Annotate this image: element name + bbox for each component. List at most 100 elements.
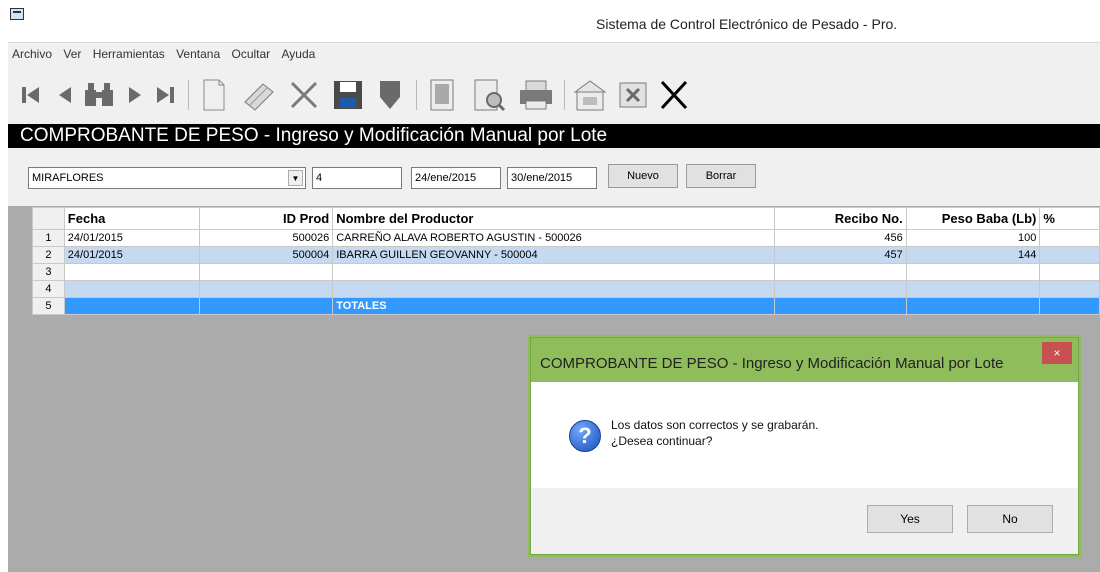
row-number: 4	[32, 280, 65, 298]
cell-id-prod[interactable]	[199, 280, 334, 298]
filter-bar: MIRAFLORES ▼ 4 24/ene/2015 30/ene/2015 N…	[8, 148, 1100, 206]
delete-button[interactable]: Borrar	[686, 164, 756, 188]
cell-fecha[interactable]: 24/01/2015	[63, 229, 201, 247]
date-to-field[interactable]: 30/ene/2015	[507, 167, 597, 189]
next-record-icon[interactable]	[124, 78, 146, 112]
app-icon[interactable]	[10, 8, 24, 20]
dialog-message-line-1: Los datos son correctos y se grabarán.	[611, 418, 819, 432]
last-record-icon[interactable]	[152, 78, 178, 112]
column-header-nombre[interactable]: Nombre del Productor	[332, 207, 776, 230]
form-caption: COMPROBANTE DE PESO - Ingreso y Modifica…	[8, 124, 1100, 148]
row-number: 3	[32, 263, 65, 281]
undo-icon[interactable]	[372, 78, 408, 112]
dialog-message: Los datos son correctos y se grabarán. ¿…	[611, 417, 818, 449]
menu-ver[interactable]: Ver	[59, 43, 85, 61]
cell-id-prod[interactable]: 500004	[199, 246, 334, 264]
column-header-fecha[interactable]: Fecha	[63, 207, 201, 230]
cell-percent[interactable]	[1039, 280, 1100, 298]
cell-nombre[interactable]: IBARRA GUILLEN GEOVANNY - 500004	[332, 246, 776, 264]
excel-icon[interactable]	[616, 78, 650, 112]
totals-row[interactable]: 5 TOTALES	[32, 297, 1100, 315]
cell-peso[interactable]	[905, 280, 1041, 298]
cell-recibo[interactable]: 457	[774, 246, 907, 264]
binoculars-search-icon[interactable]	[80, 78, 118, 112]
row-number: 2	[32, 246, 65, 264]
cell-nombre[interactable]: CARREÑO ALAVA ROBERTO AGUSTIN - 500026	[332, 229, 776, 247]
cell-peso[interactable]: 100	[905, 229, 1041, 247]
row-header-corner	[32, 207, 65, 230]
dialog-title: COMPROBANTE DE PESO - Ingreso y Modifica…	[540, 355, 1004, 372]
cell-id-prod[interactable]	[199, 263, 334, 281]
new-button[interactable]: Nuevo	[608, 164, 678, 188]
cell-recibo[interactable]	[774, 280, 907, 298]
cell-recibo[interactable]	[774, 297, 907, 315]
toolbar-separator	[188, 80, 189, 110]
table-row-selected[interactable]: 2 24/01/2015 500004 IBARRA GUILLEN GEOVA…	[32, 246, 1100, 264]
table-row[interactable]: 1 24/01/2015 500026 CARREÑO ALAVA ROBERT…	[32, 229, 1100, 247]
new-document-icon[interactable]	[198, 78, 230, 112]
cell-fecha[interactable]	[63, 280, 201, 298]
cell-peso[interactable]	[905, 297, 1041, 315]
close-icon[interactable]	[656, 78, 692, 112]
menu-ocultar[interactable]: Ocultar	[227, 43, 274, 61]
edit-eraser-icon[interactable]	[240, 78, 280, 112]
report-icon[interactable]	[424, 78, 460, 112]
column-header-percent[interactable]: %	[1039, 207, 1100, 230]
cell-fecha[interactable]	[63, 297, 201, 315]
data-grid: Fecha ID Prod Nombre del Productor Recib…	[32, 207, 1100, 315]
menu-ventana[interactable]: Ventana	[172, 43, 224, 61]
cell-nombre[interactable]	[332, 263, 776, 281]
cell-peso[interactable]: 144	[905, 246, 1041, 264]
menu-ayuda[interactable]: Ayuda	[278, 43, 320, 61]
print-preview-icon[interactable]	[470, 78, 508, 112]
cell-percent[interactable]	[1039, 246, 1100, 264]
cell-peso[interactable]	[905, 263, 1041, 281]
printer-icon[interactable]	[516, 78, 556, 112]
cell-percent[interactable]	[1039, 263, 1100, 281]
toolbar-separator	[564, 80, 565, 110]
delete-icon[interactable]	[286, 78, 322, 112]
cell-recibo[interactable]: 456	[774, 229, 907, 247]
totals-label: TOTALES	[332, 297, 776, 315]
chevron-down-icon[interactable]: ▼	[288, 170, 303, 186]
cell-id-prod[interactable]	[199, 297, 334, 315]
cell-fecha[interactable]	[63, 263, 201, 281]
cell-recibo[interactable]	[774, 263, 907, 281]
title-bar: Sistema de Control Electrónico de Pesado…	[0, 0, 1100, 42]
column-header-peso[interactable]: Peso Baba (Lb)	[905, 207, 1041, 230]
column-header-recibo[interactable]: Recibo No.	[774, 207, 907, 230]
cell-fecha[interactable]: 24/01/2015	[63, 246, 201, 264]
menu-herramientas[interactable]: Herramientas	[89, 43, 169, 61]
lot-field[interactable]: 4	[312, 167, 402, 189]
confirm-dialog: COMPROBANTE DE PESO - Ingreso y Modifica…	[530, 337, 1079, 555]
cell-nombre[interactable]	[332, 280, 776, 298]
column-header-id-prod[interactable]: ID Prod	[199, 207, 334, 230]
previous-record-icon[interactable]	[54, 78, 76, 112]
yes-button[interactable]: Yes	[867, 505, 953, 533]
dialog-message-line-2: ¿Desea continuar?	[611, 434, 713, 448]
no-button[interactable]: No	[967, 505, 1053, 533]
save-floppy-icon[interactable]	[330, 78, 366, 112]
window-title: Sistema de Control Electrónico de Pesado…	[596, 16, 898, 32]
cell-percent[interactable]	[1039, 297, 1100, 315]
toolbar	[8, 64, 1100, 124]
export-icon[interactable]	[570, 78, 610, 112]
menu-archivo[interactable]: Archivo	[8, 43, 56, 61]
table-row-selected[interactable]: 4	[32, 280, 1100, 298]
dialog-title-bar[interactable]: COMPROBANTE DE PESO - Ingreso y Modifica…	[531, 338, 1078, 382]
first-record-icon[interactable]	[18, 78, 44, 112]
table-row[interactable]: 3	[32, 263, 1100, 281]
dialog-close-button[interactable]: ×	[1042, 342, 1072, 364]
dialog-body: ? Los datos son correctos y se grabarán.…	[531, 382, 1078, 488]
cell-percent[interactable]	[1039, 229, 1100, 247]
location-combo[interactable]: MIRAFLORES ▼	[28, 167, 306, 189]
row-number: 1	[32, 229, 65, 247]
menu-bar: Archivo Ver Herramientas Ventana Ocultar…	[8, 42, 1100, 64]
row-number: 5	[32, 297, 65, 315]
toolbar-separator	[416, 80, 417, 110]
grid-header-row: Fecha ID Prod Nombre del Productor Recib…	[32, 207, 1100, 230]
date-from-field[interactable]: 24/ene/2015	[411, 167, 501, 189]
question-icon: ?	[569, 420, 601, 452]
dialog-footer: Yes No	[531, 488, 1078, 554]
cell-id-prod[interactable]: 500026	[199, 229, 334, 247]
